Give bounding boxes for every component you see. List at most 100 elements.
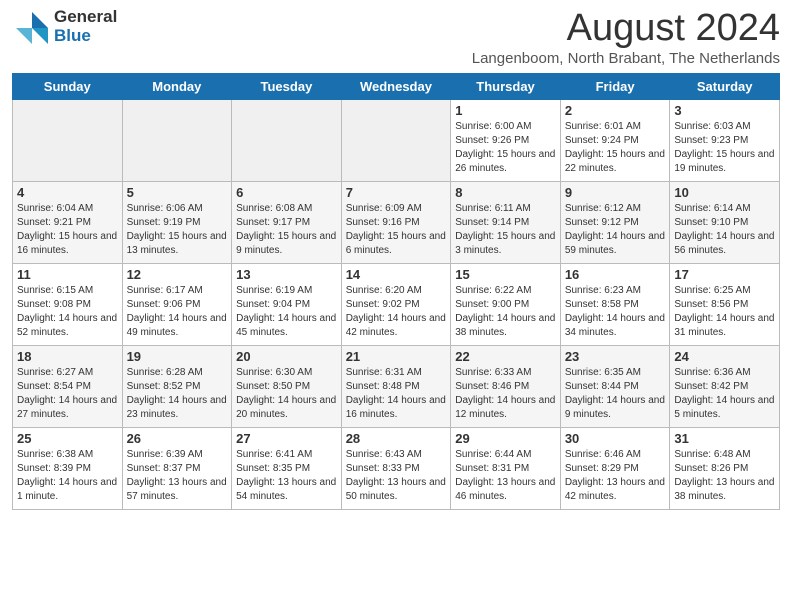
day-number: 26: [127, 431, 228, 446]
calendar-cell-28: 28Sunrise: 6:43 AM Sunset: 8:33 PM Dayli…: [341, 427, 451, 509]
day-number: 4: [17, 185, 118, 200]
day-number: 17: [674, 267, 775, 282]
calendar-cell-30: 30 Sunrise: 6:46 AM Sunset: 8:29 PM Dayli…: [560, 427, 670, 509]
header: General Blue August 2024 Langenboom, Nor…: [12, 8, 780, 67]
cell-info: Sunrise: 6:46 AM Sunset: 8:29 PM Dayligh…: [565, 448, 666, 505]
day-number: 3: [674, 103, 775, 118]
cell-info: Sunrise: 6:33 AM Sunset: 8:46 PM Dayligh…: [455, 366, 556, 423]
empty-cell: [13, 99, 123, 181]
day-header-wednesday: Wednesday: [341, 73, 451, 99]
cell-info: Sunrise: 6:08 AM Sunset: 9:17 PM Dayligh…: [236, 202, 337, 259]
cell-info: Sunrise: 6:27 AM Sunset: 8:54 PM Dayligh…: [17, 366, 118, 423]
day-header-row: SundayMondayTuesdayWednesdayThursdayFrid…: [13, 73, 780, 99]
calendar-cell-5: 5Sunrise: 6:06 AM Sunset: 9:19 PM Daylig…: [122, 181, 232, 263]
day-number: 29: [455, 431, 556, 446]
calendar-cell-2: 2Sunrise: 6:01 AM Sunset: 9:24 PM Daylig…: [560, 99, 670, 181]
cell-info: Sunrise: 6:48 AM Sunset: 8:26 PM Dayligh…: [674, 448, 775, 505]
cell-info: Sunrise: 6:35 AM Sunset: 8:44 PM Dayligh…: [565, 366, 666, 423]
day-number: 13: [236, 267, 337, 282]
day-number: 16: [565, 267, 666, 282]
day-number: 10: [674, 185, 775, 200]
day-number: 27: [236, 431, 337, 446]
cell-info: Sunrise: 6:14 AM Sunset: 9:10 PM Dayligh…: [674, 202, 775, 259]
logo-icon: [12, 8, 50, 46]
calendar-cell-25: 25 Sunrise: 6:38 AM Sunset: 8:39 PM Dayli…: [13, 427, 123, 509]
cell-info: Sunrise: 6:17 AM Sunset: 9:06 PM Dayligh…: [127, 284, 228, 341]
logo: General Blue: [12, 8, 117, 46]
cell-info: Sunrise: 6:41 AM Sunset: 8:35 PM Dayligh…: [236, 448, 337, 505]
calendar-table: SundayMondayTuesdayWednesdayThursdayFrid…: [12, 73, 780, 510]
calendar-cell-7: 7 Sunrise: 6:09 AM Sunset: 9:16 PM Daylig…: [341, 181, 451, 263]
day-number: 1: [455, 103, 556, 118]
cell-info: Sunrise: 6:04 AM Sunset: 9:21 PM Dayligh…: [17, 202, 118, 259]
cell-info: Sunrise: 6:39 AM Sunset: 8:37 PM Dayligh…: [127, 448, 228, 505]
cell-info: Sunrise: 6:30 AM Sunset: 8:50 PM Dayligh…: [236, 366, 337, 423]
title-block: August 2024 Langenboom, North Brabant, T…: [472, 8, 780, 67]
month-year-title: August 2024: [472, 8, 780, 50]
cell-info: Sunrise: 6:38 AM Sunset: 8:39 PM Dayligh…: [17, 448, 118, 505]
logo-blue: Blue: [54, 27, 117, 46]
day-number: 25: [17, 431, 118, 446]
cell-info: Sunrise: 6:43 AM Sunset: 8:33 PM Dayligh…: [346, 448, 447, 505]
day-number: 7: [346, 185, 447, 200]
calendar-cell-24: 24Sunrise: 6:36 AM Sunset: 8:42 PM Dayli…: [670, 345, 780, 427]
empty-cell: [232, 99, 342, 181]
day-number: 19: [127, 349, 228, 364]
logo-general: General: [54, 8, 117, 27]
cell-info: Sunrise: 6:11 AM Sunset: 9:14 PM Dayligh…: [455, 202, 556, 259]
calendar-cell-27: 27 Sunrise: 6:41 AM Sunset: 8:35 PM Dayli…: [232, 427, 342, 509]
cell-info: Sunrise: 6:12 AM Sunset: 9:12 PM Dayligh…: [565, 202, 666, 259]
day-header-friday: Friday: [560, 73, 670, 99]
location-text: Langenboom, North Brabant, The Netherlan…: [472, 50, 780, 67]
day-number: 21: [346, 349, 447, 364]
day-number: 11: [17, 267, 118, 282]
calendar-cell-19: 19 Sunrise: 6:28 AM Sunset: 8:52 PM Dayli…: [122, 345, 232, 427]
day-number: 8: [455, 185, 556, 200]
day-header-saturday: Saturday: [670, 73, 780, 99]
calendar-cell-16: 16Sunrise: 6:23 AM Sunset: 8:58 PM Dayli…: [560, 263, 670, 345]
cell-info: Sunrise: 6:20 AM Sunset: 9:02 PM Dayligh…: [346, 284, 447, 341]
day-number: 12: [127, 267, 228, 282]
week-row-3: 11 Sunrise: 6:15 AM Sunset: 9:08 PM Dayli…: [13, 263, 780, 345]
day-number: 20: [236, 349, 337, 364]
cell-info: Sunrise: 6:09 AM Sunset: 9:16 PM Dayligh…: [346, 202, 447, 259]
calendar-cell-1: 1 Sunrise: 6:00 AM Sunset: 9:26 PM Daylig…: [451, 99, 561, 181]
cell-info: Sunrise: 6:31 AM Sunset: 8:48 PM Dayligh…: [346, 366, 447, 423]
week-row-2: 4 Sunrise: 6:04 AM Sunset: 9:21 PM Daylig…: [13, 181, 780, 263]
day-header-monday: Monday: [122, 73, 232, 99]
cell-info: Sunrise: 6:03 AM Sunset: 9:23 PM Dayligh…: [674, 120, 775, 177]
cell-info: Sunrise: 6:44 AM Sunset: 8:31 PM Dayligh…: [455, 448, 556, 505]
calendar-cell-20: 20 Sunrise: 6:30 AM Sunset: 8:50 PM Dayli…: [232, 345, 342, 427]
cell-info: Sunrise: 6:15 AM Sunset: 9:08 PM Dayligh…: [17, 284, 118, 341]
calendar-cell-29: 29 Sunrise: 6:44 AM Sunset: 8:31 PM Dayli…: [451, 427, 561, 509]
cell-info: Sunrise: 6:28 AM Sunset: 8:52 PM Dayligh…: [127, 366, 228, 423]
week-row-5: 25 Sunrise: 6:38 AM Sunset: 8:39 PM Dayli…: [13, 427, 780, 509]
day-header-tuesday: Tuesday: [232, 73, 342, 99]
cell-info: Sunrise: 6:19 AM Sunset: 9:04 PM Dayligh…: [236, 284, 337, 341]
calendar-cell-12: 12 Sunrise: 6:17 AM Sunset: 9:06 PM Dayli…: [122, 263, 232, 345]
calendar-cell-3: 3 Sunrise: 6:03 AM Sunset: 9:23 PM Daylig…: [670, 99, 780, 181]
day-number: 23: [565, 349, 666, 364]
day-number: 6: [236, 185, 337, 200]
day-number: 14: [346, 267, 447, 282]
calendar-cell-4: 4 Sunrise: 6:04 AM Sunset: 9:21 PM Daylig…: [13, 181, 123, 263]
day-number: 22: [455, 349, 556, 364]
calendar-cell-13: 13 Sunrise: 6:19 AM Sunset: 9:04 PM Dayli…: [232, 263, 342, 345]
logo-text: General Blue: [54, 8, 117, 45]
cell-info: Sunrise: 6:25 AM Sunset: 8:56 PM Dayligh…: [674, 284, 775, 341]
day-number: 15: [455, 267, 556, 282]
calendar-cell-14: 14 Sunrise: 6:20 AM Sunset: 9:02 PM Dayli…: [341, 263, 451, 345]
week-row-4: 18Sunrise: 6:27 AM Sunset: 8:54 PM Dayli…: [13, 345, 780, 427]
calendar-cell-26: 26 Sunrise: 6:39 AM Sunset: 8:37 PM Dayli…: [122, 427, 232, 509]
day-number: 30: [565, 431, 666, 446]
calendar-cell-23: 23 Sunrise: 6:35 AM Sunset: 8:44 PM Dayli…: [560, 345, 670, 427]
cell-info: Sunrise: 6:36 AM Sunset: 8:42 PM Dayligh…: [674, 366, 775, 423]
cell-info: Sunrise: 6:00 AM Sunset: 9:26 PM Dayligh…: [455, 120, 556, 177]
cell-info: Sunrise: 6:22 AM Sunset: 9:00 PM Dayligh…: [455, 284, 556, 341]
day-header-sunday: Sunday: [13, 73, 123, 99]
day-number: 9: [565, 185, 666, 200]
calendar-cell-9: 9 Sunrise: 6:12 AM Sunset: 9:12 PM Daylig…: [560, 181, 670, 263]
day-number: 2: [565, 103, 666, 118]
day-header-thursday: Thursday: [451, 73, 561, 99]
empty-cell: [122, 99, 232, 181]
